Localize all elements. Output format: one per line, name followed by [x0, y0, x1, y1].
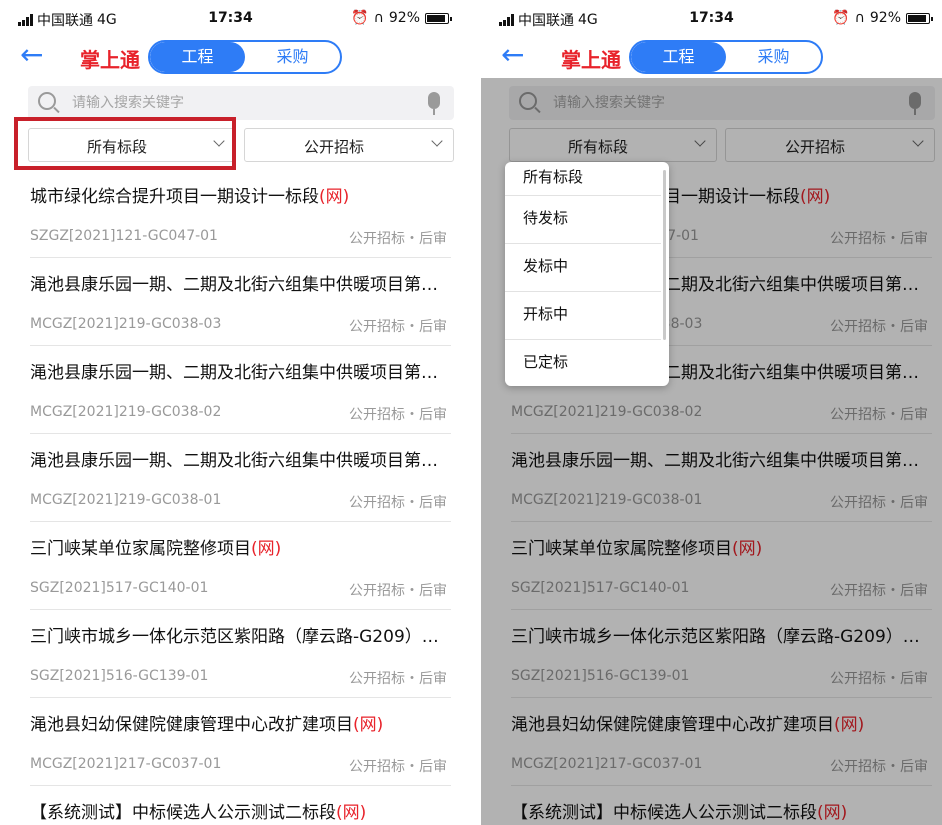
dropdown-option[interactable]: 已定标	[505, 340, 661, 386]
project-title: 渑池县康乐园一期、二期及北街六组集中供暖项目第…	[30, 270, 455, 295]
search-icon	[38, 92, 56, 110]
list-item[interactable]: 三门峡某单位家属院整修项目(网) SGZ[2021]517-GC140-01 公…	[30, 522, 451, 610]
list-item[interactable]: 渑池县康乐园一期、二期及北街六组集中供暖项目第… MCGZ[2021]219-G…	[30, 346, 451, 434]
project-title-text: 渑池县妇幼保健院健康管理中心改扩建项目	[30, 715, 353, 735]
back-arrow-icon[interactable]: ←	[20, 38, 43, 72]
highlight-box	[14, 117, 236, 170]
dropdown-option[interactable]: 所有标段	[505, 162, 661, 196]
scrollbar[interactable]	[663, 170, 666, 340]
tender-type: 公开招标・后审	[349, 231, 447, 247]
list-item[interactable]: 渑池县康乐园一期、二期及北街六组集中供暖项目第… MCGZ[2021]219-G…	[30, 434, 451, 522]
project-title-text: 【系统测试】中标候选人公示测试二标段	[30, 803, 336, 823]
phone-screen-right: 中国联通 4G 17:34 ⏰ ∩ 92% ← 掌上通 工程 采购 所有标段 公…	[481, 0, 942, 825]
status-bar: 中国联通 4G 17:34 ⏰ ∩ 92%	[0, 0, 461, 34]
list-item[interactable]: 渑池县妇幼保健院健康管理中心改扩建项目(网) MCGZ[2021]217-GC0…	[30, 698, 451, 786]
list-item[interactable]: 【系统测试】中标候选人公示测试二标段(网)	[30, 786, 451, 825]
tender-type: 公开招标・后审	[349, 407, 447, 423]
alarm-icon: ⏰	[351, 10, 369, 26]
status-indicators: ⏰ ∩ 92%	[832, 10, 933, 26]
stage-dropdown-menu: 所有标段 待发标 发标中 开标中 已定标	[505, 162, 669, 386]
list-item[interactable]: 三门峡市城乡一体化示范区紫阳路（摩云路-G209）… SGZ[2021]516-…	[30, 610, 451, 698]
project-code: MCGZ[2021]217-GC037-01	[30, 756, 222, 772]
phone-screen-left: 中国联通 4G 17:34 ⏰ ∩ 92% ← 掌上通 工程 采购 所有标段 公…	[0, 0, 461, 825]
project-title: 三门峡市城乡一体化示范区紫阳路（摩云路-G209）…	[30, 622, 455, 647]
tender-type: 公开招标・后审	[349, 759, 447, 775]
tab-engineering[interactable]: 工程	[631, 42, 726, 72]
project-code: SGZ[2021]516-GC139-01	[30, 668, 209, 684]
project-code: MCGZ[2021]219-GC038-01	[30, 492, 222, 508]
project-title: 城市绿化综合提升项目一期设计一标段(网)	[30, 182, 455, 207]
online-tag: (网)	[353, 715, 384, 735]
online-tag: (网)	[251, 539, 282, 559]
microphone-icon[interactable]	[428, 92, 440, 115]
dropdown-option[interactable]: 发标中	[505, 244, 661, 292]
project-code: SGZ[2021]517-GC140-01	[30, 580, 209, 596]
project-code: SZGZ[2021]121-GC047-01	[30, 228, 218, 244]
project-code: MCGZ[2021]219-GC038-03	[30, 316, 222, 332]
project-title: 【系统测试】中标候选人公示测试二标段(网)	[30, 798, 455, 823]
headphones-icon: ∩	[854, 10, 865, 26]
app-title: 掌上通	[561, 48, 621, 72]
search-bar	[28, 86, 454, 120]
header: ← 掌上通 工程 采购	[0, 34, 461, 78]
chevron-down-icon	[431, 135, 443, 147]
headphones-icon: ∩	[373, 10, 384, 26]
project-title: 渑池县妇幼保健院健康管理中心改扩建项目(网)	[30, 710, 455, 735]
project-title: 渑池县康乐园一期、二期及北街六组集中供暖项目第…	[30, 358, 455, 383]
tab-procurement[interactable]: 采购	[245, 42, 340, 72]
tender-type: 公开招标・后审	[349, 319, 447, 335]
dropdown-option[interactable]: 开标中	[505, 292, 661, 340]
project-list: 城市绿化综合提升项目一期设计一标段(网) SZGZ[2021]121-GC047…	[0, 170, 461, 825]
tab-engineering[interactable]: 工程	[150, 42, 245, 72]
project-title-text: 三门峡某单位家属院整修项目	[30, 539, 251, 559]
tender-type: 公开招标・后审	[349, 495, 447, 511]
online-tag: (网)	[336, 803, 367, 823]
tab-procurement[interactable]: 采购	[726, 42, 821, 72]
status-indicators: ⏰ ∩ 92%	[351, 10, 452, 26]
project-title-text: 渑池县康乐园一期、二期及北街六组集中供暖项目第…	[30, 363, 438, 383]
alarm-icon: ⏰	[832, 10, 850, 26]
project-code: MCGZ[2021]219-GC038-02	[30, 404, 222, 420]
search-input[interactable]	[72, 86, 402, 120]
category-segmented-control: 工程 采购	[629, 40, 823, 74]
battery-icon	[906, 12, 933, 24]
app-title: 掌上通	[80, 48, 140, 72]
project-title-text: 三门峡市城乡一体化示范区紫阳路（摩云路-G209）…	[30, 627, 439, 647]
method-filter-label: 公开招标	[303, 138, 364, 156]
battery-icon	[425, 12, 452, 24]
battery-label: 92%	[388, 10, 420, 26]
method-filter-dropdown[interactable]: 公开招标	[244, 128, 454, 162]
tender-type: 公开招标・后审	[349, 671, 447, 687]
list-item[interactable]: 渑池县康乐园一期、二期及北街六组集中供暖项目第… MCGZ[2021]219-G…	[30, 258, 451, 346]
dropdown-option[interactable]: 待发标	[505, 196, 661, 244]
back-arrow-icon[interactable]: ←	[501, 38, 524, 72]
project-title-text: 渑池县康乐园一期、二期及北街六组集中供暖项目第…	[30, 275, 438, 295]
project-title: 三门峡某单位家属院整修项目(网)	[30, 534, 455, 559]
project-title-text: 渑池县康乐园一期、二期及北街六组集中供暖项目第…	[30, 451, 438, 471]
list-item[interactable]: 城市绿化综合提升项目一期设计一标段(网) SZGZ[2021]121-GC047…	[30, 170, 451, 258]
project-title: 渑池县康乐园一期、二期及北街六组集中供暖项目第…	[30, 446, 455, 471]
status-bar: 中国联通 4G 17:34 ⏰ ∩ 92%	[481, 0, 942, 34]
header: ← 掌上通 工程 采购	[481, 34, 942, 78]
category-segmented-control: 工程 采购	[148, 40, 342, 74]
online-tag: (网)	[319, 187, 350, 207]
battery-label: 92%	[869, 10, 901, 26]
tender-type: 公开招标・后审	[349, 583, 447, 599]
project-title-text: 城市绿化综合提升项目一期设计一标段	[30, 187, 319, 207]
